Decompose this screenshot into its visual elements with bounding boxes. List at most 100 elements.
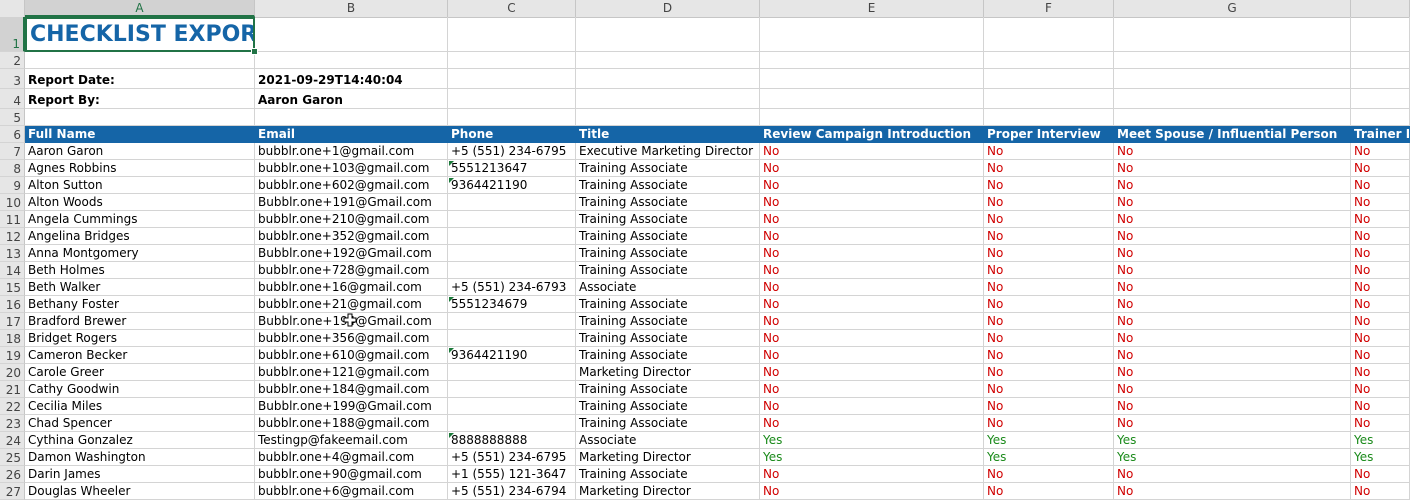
email-cell[interactable]: bubblr.one+90@gmail.com	[255, 466, 448, 483]
trainer-status-cell[interactable]: No	[1351, 483, 1410, 500]
proper-interview-status-cell[interactable]: No	[984, 415, 1114, 432]
proper-interview-status-cell[interactable]: No	[984, 143, 1114, 160]
email-cell[interactable]: bubblr.one+6@gmail.com	[255, 483, 448, 500]
trainer-status-cell[interactable]: No	[1351, 279, 1410, 296]
proper-interview-status-cell[interactable]: No	[984, 483, 1114, 500]
trainer-status-cell[interactable]: No	[1351, 228, 1410, 245]
proper-interview-status-cell[interactable]: No	[984, 347, 1114, 364]
full-name-cell[interactable]: Angelina Bridges	[25, 228, 255, 245]
empty-cell[interactable]	[1351, 89, 1410, 109]
review-campaign-status-cell[interactable]: No	[760, 228, 984, 245]
review-campaign-status-cell[interactable]: Yes	[760, 449, 984, 466]
row-header[interactable]: 3	[0, 69, 25, 89]
review-campaign-status-cell[interactable]: No	[760, 398, 984, 415]
column-header-h[interactable]	[1351, 0, 1410, 17]
column-header-d[interactable]: D	[576, 0, 760, 17]
row-header[interactable]: 14	[0, 262, 25, 279]
row-header[interactable]: 12	[0, 228, 25, 245]
title-cell-value[interactable]: Training Associate	[576, 398, 760, 415]
row-header[interactable]: 10	[0, 194, 25, 211]
empty-cell[interactable]	[760, 89, 984, 109]
email-cell[interactable]: Testingp@fakeemail.com	[255, 432, 448, 449]
empty-cell[interactable]	[1114, 17, 1351, 52]
table-header-cell[interactable]: Phone	[448, 126, 576, 143]
empty-cell[interactable]	[576, 89, 760, 109]
full-name-cell[interactable]: Cathy Goodwin	[25, 381, 255, 398]
empty-cell[interactable]	[1114, 89, 1351, 109]
phone-cell[interactable]	[448, 415, 576, 432]
phone-cell[interactable]	[448, 330, 576, 347]
meet-spouse-status-cell[interactable]: No	[1114, 296, 1351, 313]
email-cell[interactable]: bubblr.one+16@gmail.com	[255, 279, 448, 296]
empty-cell[interactable]	[576, 69, 760, 89]
empty-cell[interactable]	[1351, 52, 1410, 69]
phone-cell[interactable]	[448, 381, 576, 398]
title-cell-value[interactable]: Training Associate	[576, 330, 760, 347]
meet-spouse-status-cell[interactable]: No	[1114, 160, 1351, 177]
table-header-cell[interactable]: Trainer M	[1351, 126, 1410, 143]
meet-spouse-status-cell[interactable]: No	[1114, 381, 1351, 398]
row-header[interactable]: 26	[0, 466, 25, 483]
email-cell[interactable]: bubblr.one+184@gmail.com	[255, 381, 448, 398]
trainer-status-cell[interactable]: No	[1351, 160, 1410, 177]
full-name-cell[interactable]: Bridget Rogers	[25, 330, 255, 347]
email-cell[interactable]: bubblr.one+210@gmail.com	[255, 211, 448, 228]
full-name-cell[interactable]: Beth Walker	[25, 279, 255, 296]
phone-cell[interactable]	[448, 211, 576, 228]
empty-cell[interactable]	[448, 17, 576, 52]
meet-spouse-status-cell[interactable]: No	[1114, 262, 1351, 279]
email-cell[interactable]: bubblr.one+728@gmail.com	[255, 262, 448, 279]
phone-cell[interactable]: +1 (555) 121-3647	[448, 466, 576, 483]
proper-interview-status-cell[interactable]: No	[984, 177, 1114, 194]
empty-cell[interactable]	[760, 17, 984, 52]
meet-spouse-status-cell[interactable]: No	[1114, 313, 1351, 330]
full-name-cell[interactable]: Aaron Garon	[25, 143, 255, 160]
review-campaign-status-cell[interactable]: No	[760, 364, 984, 381]
title-cell-value[interactable]: Training Associate	[576, 211, 760, 228]
full-name-cell[interactable]: Carole Greer	[25, 364, 255, 381]
row-header[interactable]: 13	[0, 245, 25, 262]
meet-spouse-status-cell[interactable]: No	[1114, 364, 1351, 381]
proper-interview-status-cell[interactable]: No	[984, 279, 1114, 296]
title-cell-value[interactable]: Training Associate	[576, 296, 760, 313]
empty-cell[interactable]	[448, 69, 576, 89]
table-header-cell[interactable]: Full Name	[25, 126, 255, 143]
empty-cell[interactable]	[576, 109, 760, 126]
empty-cell[interactable]	[760, 109, 984, 126]
full-name-cell[interactable]: Bethany Foster	[25, 296, 255, 313]
proper-interview-status-cell[interactable]: No	[984, 466, 1114, 483]
table-header-cell[interactable]: Meet Spouse / Influential Person	[1114, 126, 1351, 143]
full-name-cell[interactable]: Darin James	[25, 466, 255, 483]
row-header[interactable]: 27	[0, 483, 25, 500]
full-name-cell[interactable]: Bradford Brewer	[25, 313, 255, 330]
empty-cell[interactable]	[255, 109, 448, 126]
title-cell-value[interactable]: Executive Marketing Director	[576, 143, 760, 160]
email-cell[interactable]: bubblr.one+21@gmail.com	[255, 296, 448, 313]
table-header-cell[interactable]: Title	[576, 126, 760, 143]
meet-spouse-status-cell[interactable]: No	[1114, 415, 1351, 432]
title-cell[interactable]: CHECKLIST EXPORT	[25, 17, 255, 52]
proper-interview-status-cell[interactable]: No	[984, 211, 1114, 228]
email-cell[interactable]: bubblr.one+356@gmail.com	[255, 330, 448, 347]
row-header[interactable]: 5	[0, 109, 25, 126]
full-name-cell[interactable]: Cameron Becker	[25, 347, 255, 364]
trainer-status-cell[interactable]: No	[1351, 415, 1410, 432]
empty-cell[interactable]	[984, 109, 1114, 126]
meet-spouse-status-cell[interactable]: No	[1114, 466, 1351, 483]
email-cell[interactable]: bubblr.one+188@gmail.com	[255, 415, 448, 432]
review-campaign-status-cell[interactable]: No	[760, 347, 984, 364]
proper-interview-status-cell[interactable]: No	[984, 313, 1114, 330]
empty-cell[interactable]	[448, 52, 576, 69]
trainer-status-cell[interactable]: No	[1351, 347, 1410, 364]
review-campaign-status-cell[interactable]: No	[760, 313, 984, 330]
review-campaign-status-cell[interactable]: No	[760, 245, 984, 262]
trainer-status-cell[interactable]: No	[1351, 364, 1410, 381]
empty-cell[interactable]	[255, 17, 448, 52]
proper-interview-status-cell[interactable]: No	[984, 245, 1114, 262]
empty-cell[interactable]	[984, 17, 1114, 52]
title-cell-value[interactable]: Training Associate	[576, 228, 760, 245]
title-cell-value[interactable]: Training Associate	[576, 177, 760, 194]
empty-cell[interactable]	[25, 109, 255, 126]
full-name-cell[interactable]: Chad Spencer	[25, 415, 255, 432]
row-header[interactable]: 7	[0, 143, 25, 160]
